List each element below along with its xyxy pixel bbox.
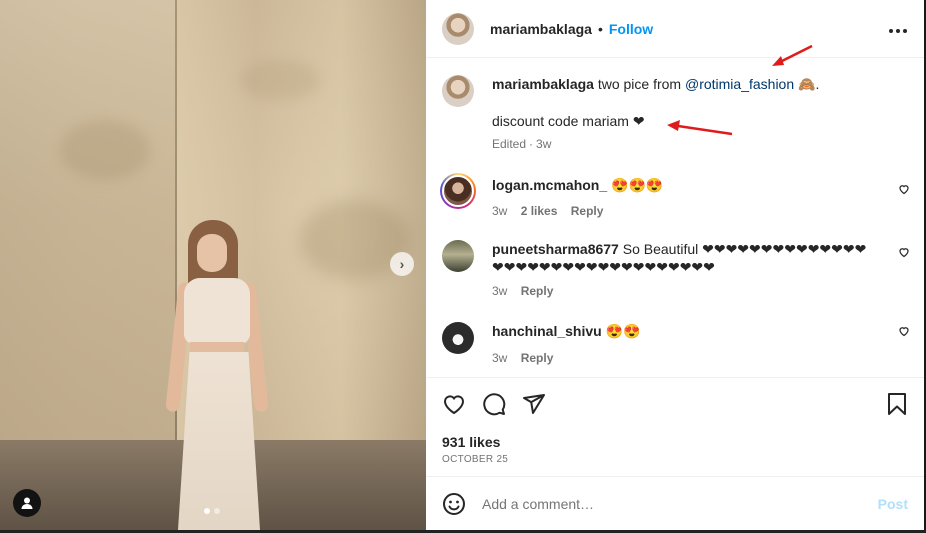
- comment-item: puneetsharma8677 So Beautiful ❤❤❤❤❤❤❤❤❤❤…: [426, 240, 924, 300]
- reply-button[interactable]: Reply: [521, 284, 554, 298]
- heart-icon[interactable]: [898, 183, 910, 195]
- caption-time: 3w: [536, 137, 552, 151]
- caption-emoji: 🙈.: [798, 76, 820, 92]
- next-photo-button[interactable]: ›: [390, 252, 414, 276]
- likes-count[interactable]: 931 likes: [442, 434, 908, 450]
- post-header: mariambaklaga • Follow: [426, 0, 924, 58]
- meta-dot: ·: [529, 137, 534, 151]
- annotation-arrow: [667, 120, 733, 136]
- comment-time: 3w: [492, 284, 508, 298]
- photo-person: [150, 220, 290, 530]
- caption-mention[interactable]: @rotimia_fashion: [685, 76, 794, 92]
- heart-icon[interactable]: [898, 325, 910, 337]
- comment-item: hanchinal_shivu 😍😍 3w Reply: [426, 322, 924, 367]
- share-icon[interactable]: [522, 392, 546, 416]
- header-separator: •: [597, 20, 603, 37]
- avatar[interactable]: [442, 240, 474, 272]
- annotation-arrow: [772, 44, 813, 66]
- comment-username[interactable]: hanchinal_shivu: [492, 323, 602, 339]
- post-actions: 931 likes OCTOBER 25: [426, 377, 924, 465]
- edited-label: Edited: [492, 137, 527, 151]
- caption-text: two pice from: [597, 76, 682, 92]
- avatar[interactable]: [442, 322, 474, 354]
- follow-button[interactable]: Follow: [609, 21, 653, 37]
- comment-item: logan.mcmahon_ 😍😍😍 3w 2 likes Reply: [426, 173, 924, 220]
- chevron-right-icon: ›: [399, 256, 405, 272]
- comment-username[interactable]: puneetsharma8677: [492, 241, 619, 257]
- reply-button[interactable]: Reply: [521, 351, 554, 365]
- user-icon: [21, 497, 33, 509]
- comment-text: 😍😍😍: [611, 177, 664, 193]
- comment-time: 3w: [492, 351, 508, 365]
- comment-icon[interactable]: [482, 392, 506, 416]
- more-options-icon[interactable]: [888, 18, 908, 39]
- avatar[interactable]: [442, 75, 474, 107]
- add-comment-bar: Post: [426, 476, 924, 530]
- bookmark-icon[interactable]: [886, 392, 908, 416]
- carousel-dots: [204, 508, 220, 514]
- avatar[interactable]: [440, 173, 476, 209]
- post-date: OCTOBER 25: [442, 454, 509, 465]
- header-username[interactable]: mariambaklaga: [490, 21, 592, 37]
- post-panel: mariambaklaga • Follow mariambaklaga two…: [426, 0, 924, 530]
- comment-username[interactable]: logan.mcmahon_: [492, 177, 607, 193]
- carousel-dot: [214, 508, 220, 514]
- comment-likes[interactable]: 2 likes: [521, 204, 558, 218]
- comment-text: 😍😍: [605, 323, 641, 339]
- caption-line2: discount code mariam ❤: [492, 113, 645, 129]
- post-button[interactable]: Post: [878, 496, 908, 512]
- comments-scroll[interactable]: mariambaklaga two pice from @rotimia_fas…: [426, 59, 924, 377]
- heart-icon[interactable]: [898, 246, 910, 258]
- reply-button[interactable]: Reply: [571, 204, 604, 218]
- emoji-icon[interactable]: [442, 492, 466, 516]
- post-photo[interactable]: ›: [0, 0, 426, 530]
- caption-username[interactable]: mariambaklaga: [492, 76, 594, 92]
- tagged-users-button[interactable]: [13, 489, 41, 517]
- like-heart-icon[interactable]: [442, 392, 466, 416]
- carousel-dot-active: [204, 508, 210, 514]
- avatar[interactable]: [442, 12, 474, 45]
- comment-time: 3w: [492, 204, 508, 218]
- comment-input[interactable]: [482, 495, 878, 512]
